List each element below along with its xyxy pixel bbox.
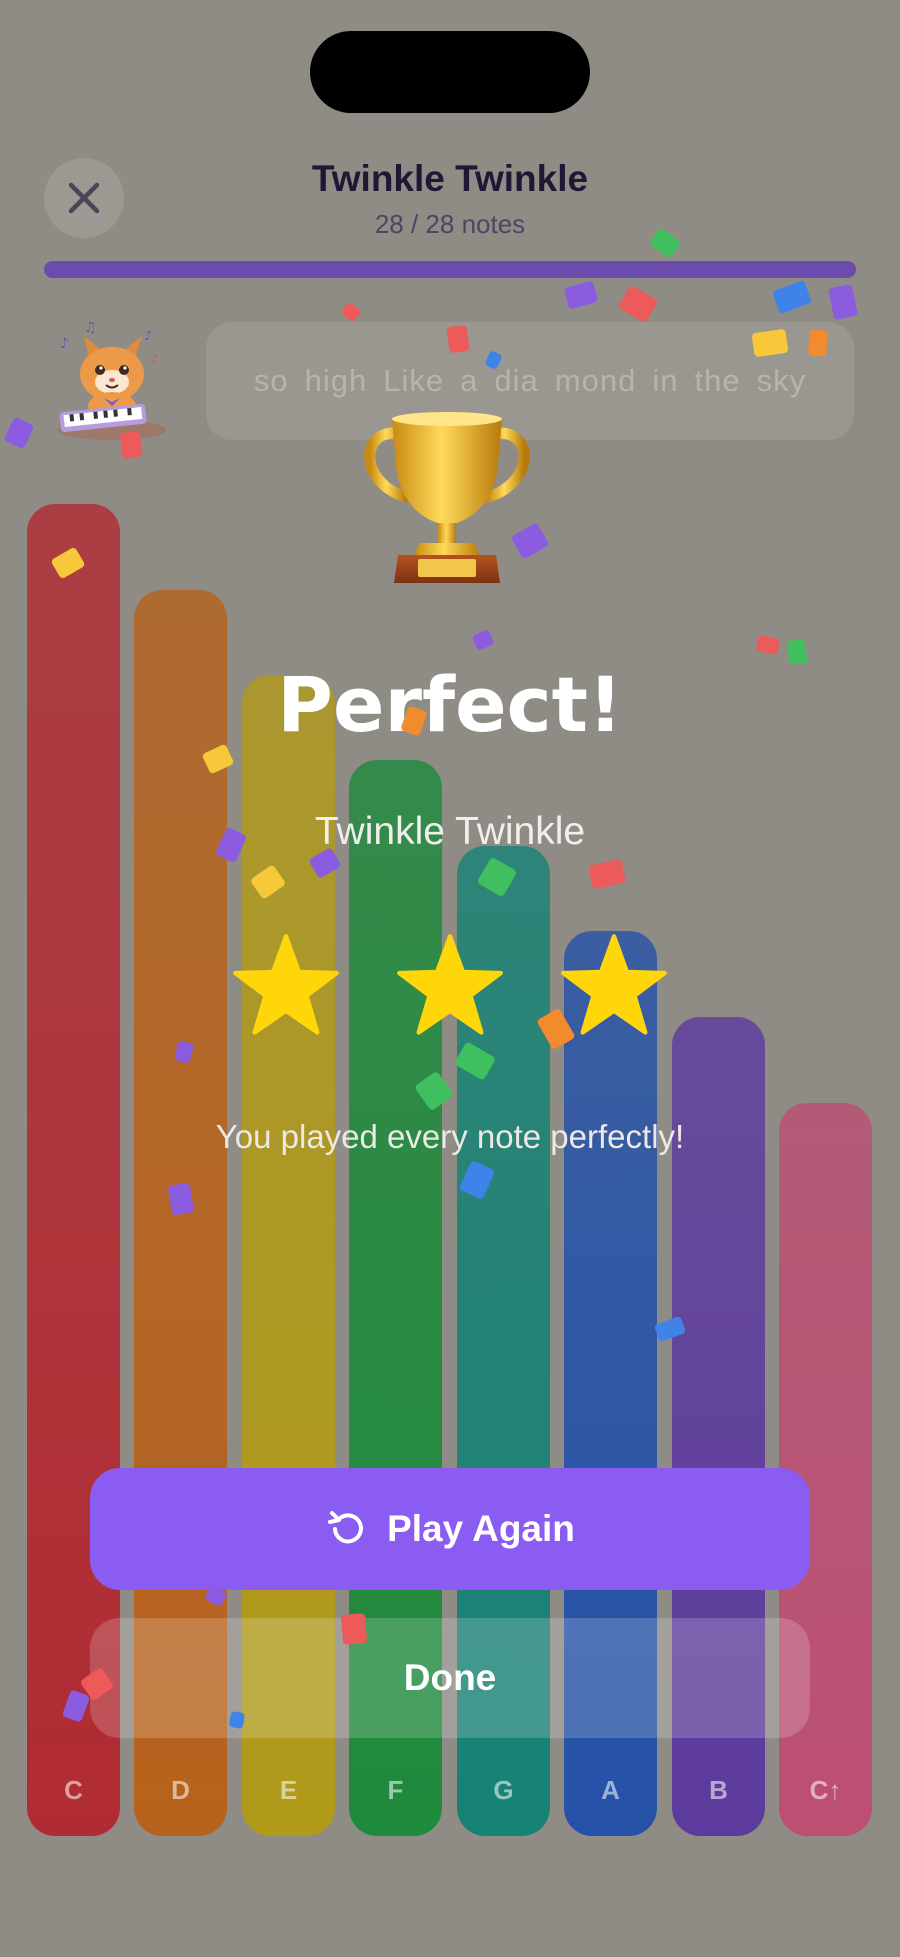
- lyric-word: high: [304, 363, 368, 398]
- song-title-header: Twinkle Twinkle: [311, 158, 589, 199]
- star-icon: [397, 934, 503, 1035]
- key-label: A: [601, 1775, 620, 1805]
- key-label: E: [279, 1775, 298, 1805]
- lyric-word: a: [460, 363, 479, 398]
- progress-fill: [44, 261, 856, 278]
- result-screen: C D E F G A B C↑ Twinkle Twinkle 28 / 28…: [0, 0, 900, 1957]
- star-rating: [0, 932, 900, 1040]
- lyric-word: dia: [494, 363, 539, 398]
- dynamic-island: [310, 31, 590, 113]
- star-icon: [233, 934, 339, 1035]
- cat-piano-mascot: ♪ ♫ ♪ ♪: [58, 320, 166, 440]
- key-label: D: [171, 1775, 190, 1805]
- lyric-word: the: [694, 363, 741, 398]
- key-label: F: [387, 1775, 404, 1805]
- key-label: C↑: [809, 1775, 842, 1805]
- progress-bar: [44, 261, 856, 278]
- lyric-word: in: [652, 363, 679, 398]
- play-again-button[interactable]: Play Again: [90, 1468, 810, 1590]
- result-headline: Perfect!: [277, 660, 623, 749]
- svg-text:♪: ♪: [150, 353, 158, 368]
- notes-counter: 28 / 28 notes: [374, 209, 526, 239]
- trophy-icon: [364, 412, 530, 583]
- key-label: B: [709, 1775, 728, 1805]
- key-label: C: [64, 1775, 83, 1805]
- lyric-word: sky: [756, 363, 807, 398]
- done-label: Done: [403, 1657, 497, 1698]
- result-message: You played every note perfectly!: [215, 1118, 685, 1155]
- song-title: Twinkle Twinkle: [314, 810, 586, 853]
- lyric-word: Like: [383, 363, 445, 398]
- done-button[interactable]: Done: [90, 1618, 810, 1738]
- svg-text:♪: ♪: [144, 329, 152, 344]
- svg-text:♫: ♫: [84, 320, 97, 336]
- key-label: G: [493, 1775, 514, 1805]
- lyric-word: so: [253, 363, 289, 398]
- replay-icon: [328, 1511, 364, 1544]
- svg-text:♪: ♪: [60, 336, 69, 352]
- lyric-word: mond: [554, 363, 637, 398]
- star-icon: [561, 934, 667, 1035]
- play-again-label: Play Again: [387, 1508, 575, 1549]
